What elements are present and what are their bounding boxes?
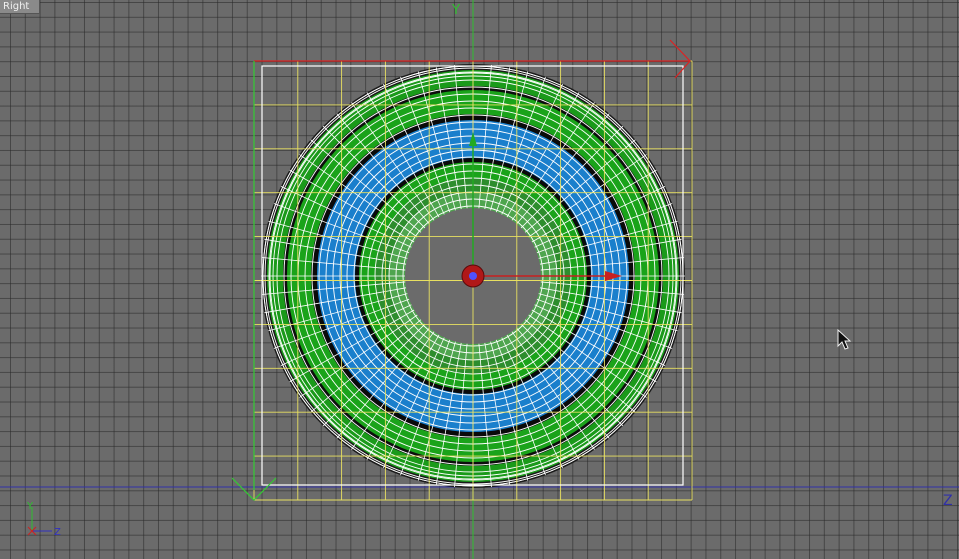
mouse-pointer-icon bbox=[837, 328, 852, 350]
viewport-right[interactable]: Y Z Y Z Right bbox=[0, 0, 959, 559]
scene-canvas[interactable]: Y Z Y Z bbox=[0, 0, 959, 559]
viewport-label[interactable]: Right bbox=[0, 0, 40, 14]
world-z-axis-label: Z bbox=[943, 493, 953, 509]
world-y-axis-label: Y bbox=[451, 3, 460, 18]
axis-tripod-y-label: Y bbox=[26, 501, 34, 512]
axis-tripod-icon: Y Z bbox=[26, 501, 61, 538]
manipulator-top-arrow bbox=[669, 39, 691, 79]
object-pivot-icon[interactable] bbox=[461, 264, 485, 288]
axis-tripod-z-label: Z bbox=[54, 527, 61, 538]
